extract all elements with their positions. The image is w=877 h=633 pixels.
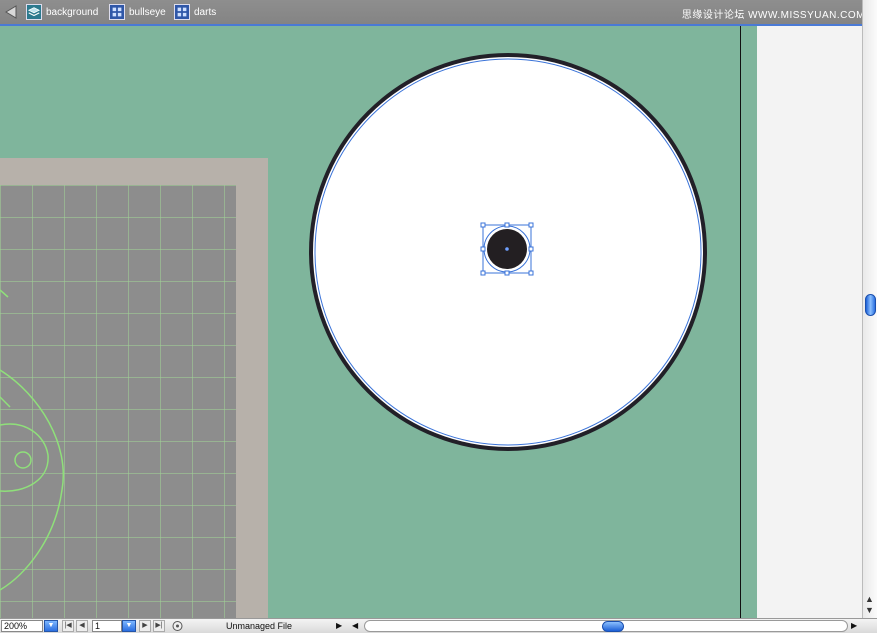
- breadcrumb-label: background: [46, 6, 99, 18]
- symbol-icon: [109, 4, 125, 20]
- symbol-icon: [174, 4, 190, 20]
- background-artwork-outline: [0, 289, 64, 591]
- first-page-button[interactable]: |◀: [62, 620, 74, 632]
- breadcrumb-label: bullseye: [129, 6, 166, 18]
- breadcrumb-item-darts[interactable]: darts: [174, 3, 216, 21]
- last-page-button[interactable]: ▶|: [153, 620, 165, 632]
- scroll-down-icon[interactable]: ▼: [865, 605, 874, 615]
- breadcrumb: background bullseye darts 思缘设计论坛 WWW.MIS…: [0, 0, 877, 26]
- breadcrumb-item-background[interactable]: background: [26, 3, 98, 21]
- next-page-button[interactable]: ▶: [139, 620, 151, 632]
- page-dropdown-button[interactable]: ▼: [122, 620, 136, 632]
- vertical-scroll-thumb[interactable]: [865, 294, 876, 316]
- horizontal-scroll-thumb[interactable]: [602, 621, 624, 632]
- watermark-text: 思缘设计论坛 WWW.MISSYUAN.COM: [681, 10, 865, 21]
- stage-canvas[interactable]: [0, 26, 862, 618]
- scroll-up-icon[interactable]: ▲: [865, 594, 874, 604]
- breadcrumb-item-bullseye[interactable]: bullseye: [109, 3, 166, 21]
- scroll-left-icon[interactable]: ◀: [352, 620, 362, 632]
- status-bar: 200% ▼ |◀ ◀ 1 ▼ ▶ ▶| Unmanaged File ▶ ◀ …: [0, 618, 877, 633]
- breadcrumb-label: darts: [194, 6, 217, 18]
- stage-boundary-line: [740, 26, 741, 618]
- scroll-right-icon[interactable]: ▶: [851, 620, 861, 632]
- page-field[interactable]: 1: [92, 620, 122, 632]
- bullseye-board[interactable]: [308, 53, 708, 451]
- previous-page-button[interactable]: ◀: [76, 620, 88, 632]
- file-status-label: Unmanaged File: [226, 621, 293, 631]
- pasteboard: [757, 26, 862, 618]
- status-menu-icon[interactable]: [171, 620, 184, 632]
- play-arrow-icon[interactable]: ▶: [336, 620, 346, 632]
- zoom-dropdown-button[interactable]: ▼: [44, 620, 58, 632]
- zoom-field[interactable]: 200%: [1, 620, 43, 632]
- back-arrow-icon[interactable]: [4, 4, 20, 20]
- layer-stack-icon: [26, 4, 42, 20]
- vertical-scrollbar[interactable]: ▲ ▼: [862, 0, 877, 618]
